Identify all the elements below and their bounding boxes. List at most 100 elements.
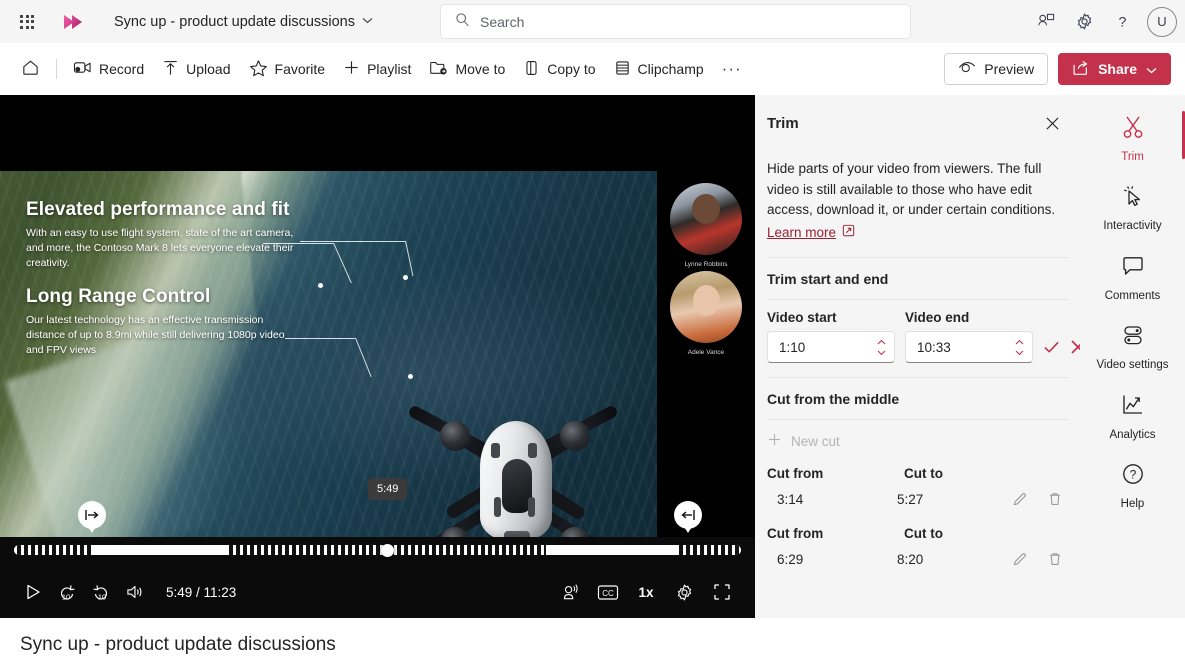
clipchamp-label: Clipchamp xyxy=(637,61,704,77)
delete-cut-button[interactable] xyxy=(1042,486,1068,512)
move-to-label: Move to xyxy=(455,61,506,77)
rail-item-video-settings[interactable]: Video settings xyxy=(1087,313,1179,380)
noise-suppression-icon[interactable] xyxy=(553,575,587,609)
participant-name: Lynne Robbins xyxy=(684,261,728,268)
playback-speed-button[interactable]: 1x xyxy=(629,575,663,609)
rail-item-analytics-label: Analytics xyxy=(1109,428,1156,441)
learn-more-label: Learn more xyxy=(767,224,837,240)
fullscreen-button[interactable] xyxy=(705,575,739,609)
record-button[interactable]: Record xyxy=(64,53,153,85)
cut-from-value: 6:29 xyxy=(777,551,804,567)
callout-dot-mid xyxy=(318,283,323,288)
volume-button[interactable] xyxy=(118,575,152,609)
record-icon xyxy=(73,59,92,79)
participant-avatar xyxy=(670,271,742,343)
home-button[interactable] xyxy=(12,53,49,85)
cut-to-label: Cut to xyxy=(904,526,943,542)
participant-name: Adele Vance xyxy=(687,349,725,356)
share-label: Share xyxy=(1098,61,1137,77)
rail-item-help[interactable]: ? Help xyxy=(1087,452,1179,519)
rewind-10-button[interactable]: 10 xyxy=(50,575,84,609)
share-button[interactable]: Share xyxy=(1058,53,1171,85)
edit-cut-button[interactable] xyxy=(1007,546,1033,572)
trimmed-region-end xyxy=(676,545,741,555)
copy-to-button[interactable]: Copy to xyxy=(514,53,604,85)
rail-item-analytics[interactable]: Analytics xyxy=(1087,383,1179,450)
rail-item-comments[interactable]: Comments xyxy=(1087,244,1179,311)
play-button[interactable] xyxy=(16,575,50,609)
cut-from-value: 3:14 xyxy=(777,491,804,507)
video-end-field: Video end 10:33 xyxy=(905,310,1033,364)
timeline-row xyxy=(0,537,755,563)
participant-tile[interactable]: Lynne Robbins xyxy=(666,183,746,268)
svg-text:CC: CC xyxy=(602,589,614,598)
new-cut-label: New cut xyxy=(791,433,840,449)
callout-line-bottom xyxy=(285,338,355,339)
playlist-button[interactable]: Playlist xyxy=(334,53,420,85)
trim-panel-description: Hide parts of your video from viewers. T… xyxy=(767,161,1056,218)
app-title-dropdown[interactable]: Sync up - product update discussions xyxy=(108,10,379,34)
upload-label: Upload xyxy=(186,61,231,77)
participant-avatar xyxy=(670,183,742,255)
cut-entry-headers: Cut from Cut to xyxy=(767,526,1068,541)
favorite-button[interactable]: Favorite xyxy=(240,53,335,85)
edit-cut-button[interactable] xyxy=(1007,486,1033,512)
preview-eye-icon xyxy=(958,61,976,77)
search-icon xyxy=(455,12,470,32)
video-start-input[interactable]: 1:10 xyxy=(767,331,895,364)
cancel-trim-button[interactable] xyxy=(1070,333,1080,361)
search-box[interactable]: Search xyxy=(441,5,910,38)
svg-text:?: ? xyxy=(1118,14,1126,30)
playhead-handle[interactable] xyxy=(381,543,394,557)
video-player[interactable]: Elevated performance and fit With an eas… xyxy=(0,95,755,618)
upload-button[interactable]: Upload xyxy=(153,53,239,85)
participant-tile[interactable]: Adele Vance xyxy=(666,271,746,356)
trimmed-region-start xyxy=(14,545,92,555)
user-avatar[interactable]: U xyxy=(1147,6,1177,37)
app-launcher-button[interactable] xyxy=(10,5,44,39)
video-end-input[interactable]: 10:33 xyxy=(905,331,1033,364)
trim-panel-title: Trim xyxy=(767,114,799,132)
move-to-icon xyxy=(429,59,448,80)
move-to-button[interactable]: Move to xyxy=(420,53,514,85)
video-title: Sync up - product update discussions xyxy=(0,618,1185,671)
cut-to-value: 5:27 xyxy=(897,491,924,507)
rail-item-interactivity[interactable]: Interactivity xyxy=(1087,174,1179,241)
closed-captions-button[interactable]: CC xyxy=(591,575,625,609)
new-cut-button[interactable]: New cut xyxy=(755,420,1080,462)
video-start-value: 1:10 xyxy=(779,339,806,355)
video-end-label: Video end xyxy=(905,310,970,326)
rail-item-trim-label: Trim xyxy=(1121,151,1144,163)
trim-end-handle[interactable] xyxy=(674,501,702,535)
forward-10-button[interactable]: 10 xyxy=(84,575,118,609)
slide-body-1: With an easy to use flight system, state… xyxy=(26,227,294,270)
player-settings-icon[interactable] xyxy=(667,575,701,609)
preview-button[interactable]: Preview xyxy=(944,53,1049,85)
learn-more-link[interactable]: Learn more xyxy=(767,223,855,244)
chevron-down-icon xyxy=(362,16,373,27)
trim-start-handle[interactable] xyxy=(78,501,106,535)
video-end-stepper[interactable] xyxy=(1013,338,1026,357)
feedback-icon[interactable] xyxy=(1029,5,1063,39)
rail-item-trim[interactable]: Trim xyxy=(1087,105,1185,172)
more-options-button[interactable]: ··· xyxy=(713,53,751,85)
cut-entry: Cut from Cut to 6:29 8:20 xyxy=(755,526,1080,572)
callout-line-mid xyxy=(263,243,333,244)
video-scrubber[interactable] xyxy=(14,545,741,555)
cut-to-label: Cut to xyxy=(904,466,943,482)
chart-line-icon xyxy=(1120,392,1146,423)
stream-logo-icon[interactable] xyxy=(60,10,90,34)
delete-cut-button[interactable] xyxy=(1042,546,1068,572)
slide-heading-2: Long Range Control xyxy=(26,286,211,307)
clipchamp-button[interactable]: Clipchamp xyxy=(605,53,713,85)
callout-dot-top xyxy=(403,275,408,280)
confirm-trim-button[interactable] xyxy=(1043,333,1060,361)
help-question-icon[interactable]: ? xyxy=(1105,5,1139,39)
command-bar: Record Upload Favorite Playlist Move to … xyxy=(0,43,1185,95)
video-start-stepper[interactable] xyxy=(875,338,888,357)
cut-from-middle-heading: Cut from the middle xyxy=(767,391,900,408)
search-input-placeholder[interactable]: Search xyxy=(480,14,524,30)
close-panel-button[interactable] xyxy=(1038,109,1066,137)
trim-panel-description-block: Hide parts of your video from viewers. T… xyxy=(755,147,1080,243)
settings-gear-icon[interactable] xyxy=(1067,5,1101,39)
